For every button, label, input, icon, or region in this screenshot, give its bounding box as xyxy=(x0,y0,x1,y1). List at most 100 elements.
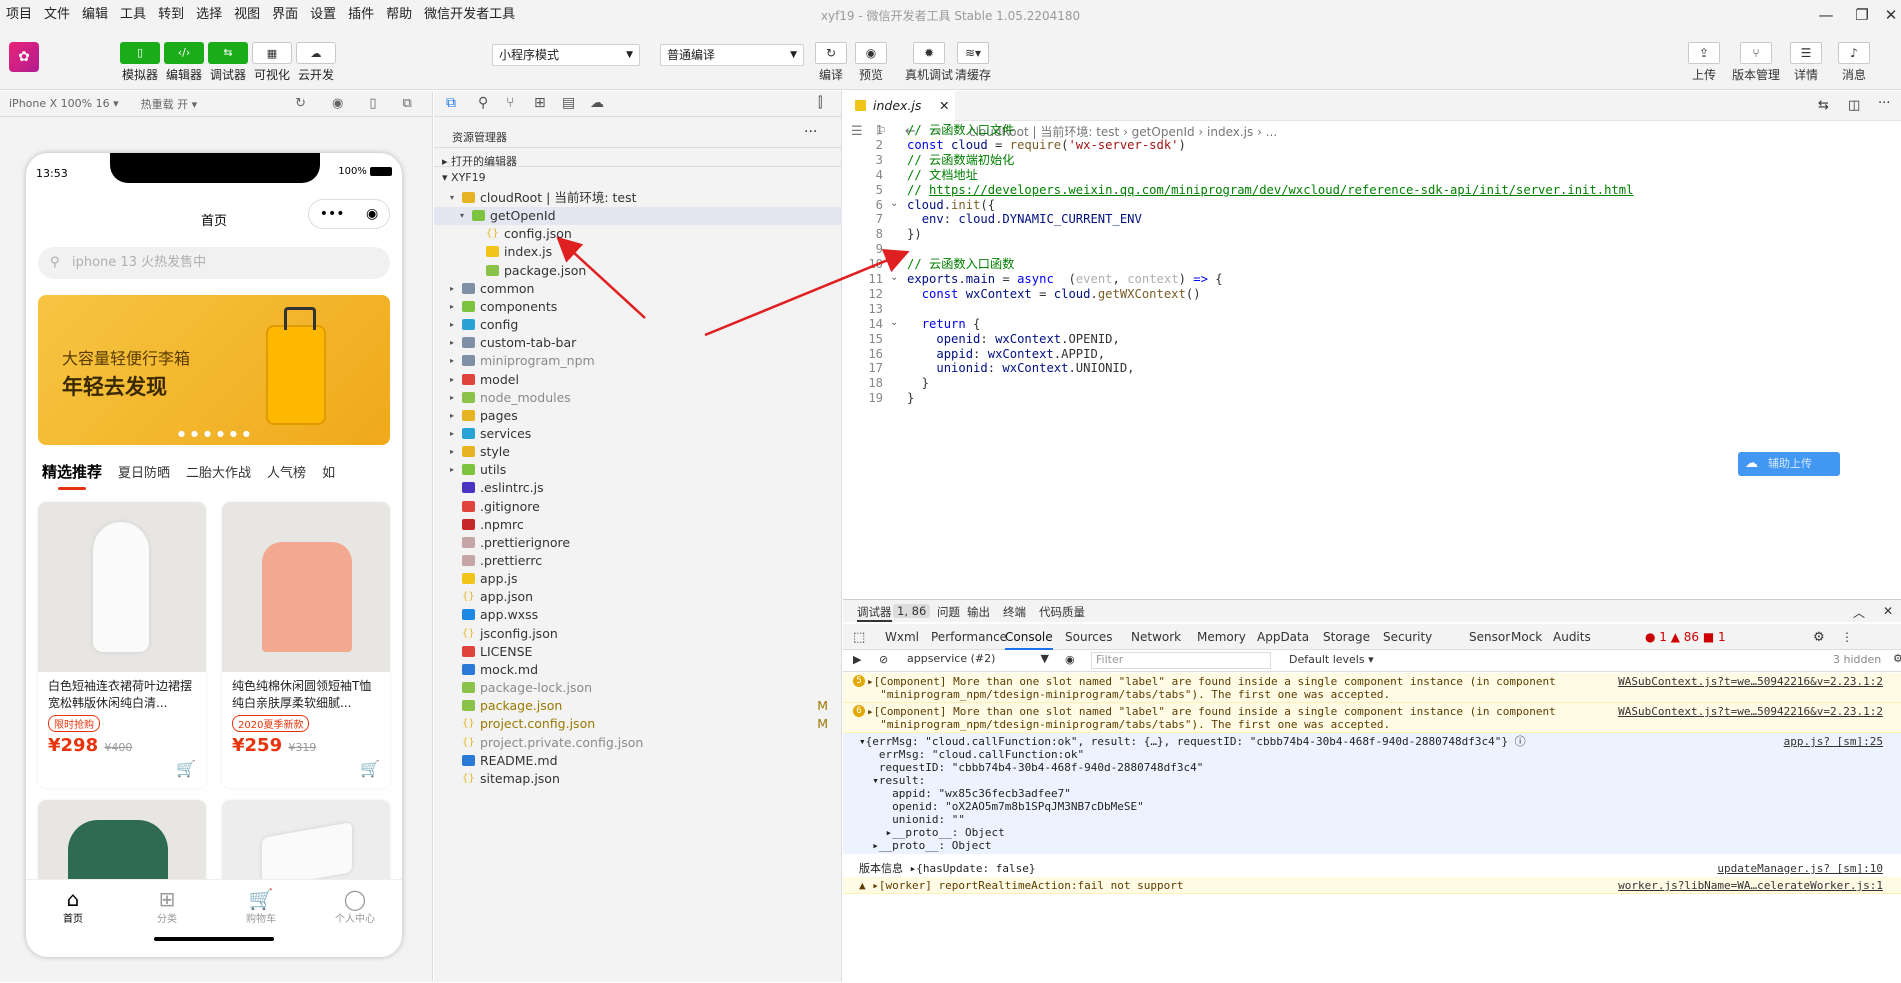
console-log-entry[interactable]: ▾{errMsg: "cloud.callFunction:ok", resul… xyxy=(843,733,1901,854)
menu-item[interactable]: 项目 xyxy=(0,0,38,30)
debugger-tab[interactable]: 代码质量 xyxy=(1039,604,1085,620)
tree-item[interactable]: {} jsconfig.json xyxy=(434,625,842,643)
chevron-right-icon[interactable]: ▸ xyxy=(450,334,454,352)
product-card[interactable]: 白色短袖连衣裙荷叶边裙摆宽松韩版休闲纯白清... 限时抢购 ¥298 ¥400 … xyxy=(38,502,206,788)
toolbar-eye-button[interactable]: ◉ 预览 xyxy=(855,42,887,83)
toolbar-debug-button[interactable]: ⇆ 调试器 xyxy=(206,42,250,83)
chevron-right-icon[interactable]: ▸ xyxy=(450,280,454,298)
log-source-link[interactable]: updateManager.js? [sm]:10 xyxy=(1717,862,1883,875)
miniprogram-capsule[interactable]: ••• ◉ xyxy=(308,199,390,229)
device-icon[interactable]: ▯ xyxy=(369,96,376,111)
chevron-down-icon[interactable]: ▾ xyxy=(460,207,464,225)
toolbar-bug-button[interactable]: ✹ 真机调试 xyxy=(905,42,953,83)
clear-console-icon[interactable]: ⊘ xyxy=(879,653,888,666)
debugger-tab[interactable]: 问题 xyxy=(937,604,960,620)
refresh-icon[interactable]: ↻ xyxy=(295,96,306,111)
devtools-tab[interactable]: Wxml xyxy=(885,630,919,644)
tree-item[interactable]: ▸ pages xyxy=(434,407,842,425)
toolbar-code-button[interactable]: ‹/› 编辑器 xyxy=(162,42,206,83)
devtools-tab[interactable]: AppData xyxy=(1257,630,1309,644)
tree-item[interactable]: {} app.json xyxy=(434,588,842,606)
add-cart-icon[interactable]: 🛒 xyxy=(360,759,380,778)
chevron-right-icon[interactable]: ▸ xyxy=(450,425,454,443)
settings-icon[interactable]: ⚙ xyxy=(1813,630,1825,645)
tree-item[interactable]: ▸ services xyxy=(434,425,842,443)
chevron-down-icon[interactable]: ▾ xyxy=(450,189,454,207)
tree-item[interactable]: {} project.config.json M xyxy=(434,715,842,733)
chevron-right-icon[interactable]: ▸ xyxy=(450,407,454,425)
tree-item[interactable]: LICENSE xyxy=(434,643,842,661)
tree-item[interactable]: index.js xyxy=(434,243,842,261)
compile-select[interactable]: 普通编译 ▼ xyxy=(660,44,804,66)
toolbar-upload-button[interactable]: ⇪ 上传 xyxy=(1688,42,1720,83)
tree-item[interactable]: ▸ components xyxy=(434,298,842,316)
menu-item[interactable]: 编辑 xyxy=(76,0,114,30)
filter-input[interactable]: Filter xyxy=(1091,652,1271,669)
tree-item[interactable]: ▸ miniprogram_npm xyxy=(434,352,842,370)
chevron-right-icon[interactable]: ▸ xyxy=(450,298,454,316)
settings-icon[interactable]: ⚙ xyxy=(1893,652,1901,665)
debugger-tab[interactable]: 1, 86 xyxy=(893,604,931,618)
menu-item[interactable]: 设置 xyxy=(304,0,342,30)
devtools-tab[interactable]: Mock xyxy=(1511,630,1542,644)
console-log-entry[interactable]: 6 ▸[Component] More than one slot named "… xyxy=(843,703,1901,733)
hot-reload-select[interactable]: 热重载 开 ▾ xyxy=(141,96,198,112)
tree-item[interactable]: .npmrc xyxy=(434,516,842,534)
devtools-tab[interactable]: Console xyxy=(1005,630,1053,650)
log-source-link[interactable]: app.js? [sm]:25 xyxy=(1784,735,1883,748)
device-select[interactable]: iPhone X 100% 16 ▾ xyxy=(9,97,119,110)
toolbar-visual-button[interactable]: ▦ 可视化 xyxy=(250,42,294,83)
promo-banner[interactable]: 大容量轻便行李箱 年轻去发现 ●●●●●● xyxy=(38,295,390,445)
menu-item[interactable]: 文件 xyxy=(38,0,76,30)
fold-icon[interactable]: ⌄ xyxy=(890,198,898,209)
eye-icon[interactable]: ◉ xyxy=(1065,653,1075,666)
context-select[interactable]: appservice (#2) ▼ xyxy=(903,652,1053,669)
log-source-link[interactable]: WASubContext.js?t=we…50942216&v=2.23.1:2 xyxy=(1618,705,1883,718)
tabbar-item[interactable]: ⊞ 分类 xyxy=(120,880,214,957)
toolbar-menu-button[interactable]: ☰ 详情 xyxy=(1790,42,1822,83)
toolbar-refresh-button[interactable]: ↻ 编译 xyxy=(815,42,847,83)
product-card[interactable]: 纯色纯棉休闲圆领短袖T恤纯白亲肤厚柔软细腻... 2020夏季新款 ¥259 ¥… xyxy=(222,502,390,788)
product-card[interactable] xyxy=(222,800,390,890)
log-source-link[interactable]: WASubContext.js?t=we…50942216&v=2.23.1:2 xyxy=(1618,675,1883,688)
devtools-tab[interactable]: Audits xyxy=(1553,630,1591,644)
tree-item[interactable]: app.js xyxy=(434,570,842,588)
console-log-entry[interactable]: ▲ ▸[worker] reportRealtimeAction:fail no… xyxy=(843,877,1901,894)
tree-item[interactable]: {} config.json xyxy=(434,225,842,243)
minimize-icon[interactable]: — xyxy=(1815,4,1837,26)
toolbar-layers-button[interactable]: ≋▾ 清缓存 xyxy=(955,42,991,83)
code-area[interactable]: 1 // 云函数入口文件 2 const cloud = require('wx-se… xyxy=(843,91,1901,599)
mode-select[interactable]: 小程序模式 ▼ xyxy=(492,44,640,66)
tree-item[interactable]: ▸ config xyxy=(434,316,842,334)
category-tab[interactable]: 如 xyxy=(322,462,335,481)
devtools-tab[interactable]: Memory xyxy=(1197,630,1246,644)
stop-icon[interactable]: ◉ xyxy=(332,96,343,111)
more-icon[interactable]: ⋮ xyxy=(1841,630,1853,644)
tree-item[interactable]: mock.md xyxy=(434,661,842,679)
search-input[interactable]: ⚲ iphone 13 火热发售中 xyxy=(38,247,390,279)
toolbar-bell-button[interactable]: ♪ 消息 xyxy=(1838,42,1870,83)
debugger-tab[interactable]: 调试器 xyxy=(857,604,892,622)
tree-item[interactable]: ▸ style xyxy=(434,443,842,461)
tree-item[interactable]: {} sitemap.json xyxy=(434,770,842,788)
category-tab[interactable]: 夏日防晒 xyxy=(118,462,170,481)
tree-item[interactable]: ▾ getOpenId xyxy=(434,207,842,226)
tabbar-item[interactable]: ⌂ 首页 xyxy=(26,880,120,957)
close-icon[interactable]: ✕ xyxy=(1880,4,1901,26)
collapse-icon[interactable]: ︿ xyxy=(1853,604,1865,621)
tree-item[interactable]: app.wxss xyxy=(434,606,842,624)
product-card[interactable] xyxy=(38,800,206,890)
fold-icon[interactable]: ⌄ xyxy=(890,317,898,328)
category-tab[interactable]: 二胎大作战 xyxy=(186,462,251,481)
devtools-tab[interactable]: Sensor xyxy=(1469,630,1510,644)
tabbar-item[interactable]: 🛒 购物车 xyxy=(214,880,308,957)
chevron-right-icon[interactable]: ▸ xyxy=(450,371,454,389)
tree-item[interactable]: README.md xyxy=(434,752,842,770)
console-log-entry[interactable]: 5 ▸[Component] More than one slot named "… xyxy=(843,673,1901,703)
devtools-tab[interactable]: Storage xyxy=(1323,630,1370,644)
debugger-tab[interactable]: 终端 xyxy=(1003,604,1026,620)
tree-item[interactable]: {} project.private.config.json xyxy=(434,734,842,752)
fold-icon[interactable]: ⌄ xyxy=(890,272,898,283)
tree-item[interactable]: .gitignore xyxy=(434,498,842,516)
tree-item[interactable]: ▸ model xyxy=(434,371,842,389)
